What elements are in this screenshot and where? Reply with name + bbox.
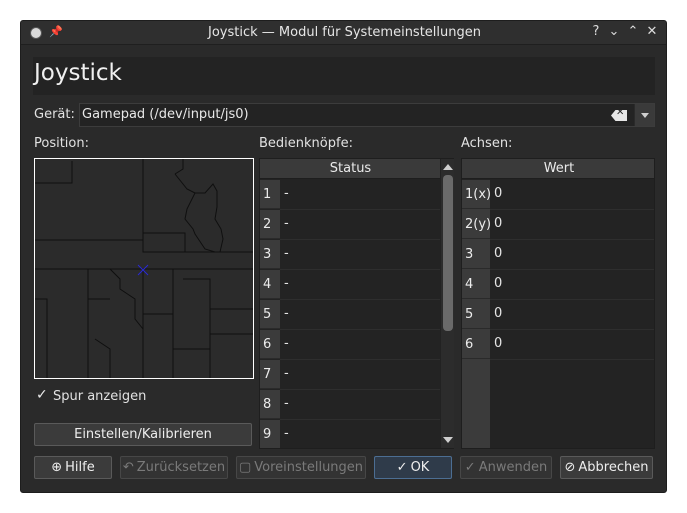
row-number: 5: [260, 300, 280, 329]
buttons-scrollbar[interactable]: [440, 159, 454, 448]
axis-number: 3: [462, 240, 490, 269]
table-row[interactable]: 30: [462, 240, 654, 270]
button-status: -: [280, 390, 441, 420]
undo-icon: ↶: [122, 460, 134, 475]
calibrate-button[interactable]: Einstellen/Kalibrieren: [34, 423, 252, 446]
device-select[interactable]: Gamepad (/dev/input/js0) ✕: [79, 103, 655, 127]
defaults-button[interactable]: ▢ Voreinstellungen: [236, 456, 366, 479]
table-row[interactable]: 3-: [260, 240, 441, 270]
checkmark-icon: ✓: [36, 387, 48, 403]
row-number: 2: [260, 210, 280, 239]
defaults-button-label: Voreinstellungen: [254, 460, 364, 475]
buttons-label: Bedienknöpfe:: [259, 136, 353, 151]
button-status: -: [280, 210, 441, 240]
table-row[interactable]: 50: [462, 300, 654, 330]
dropdown-button[interactable]: [634, 104, 654, 126]
table-row[interactable]: 6-: [260, 330, 441, 360]
scrollbar-thumb[interactable]: [443, 175, 453, 331]
apply-button[interactable]: ✓ Anwenden: [460, 456, 552, 479]
check-icon: ✓: [464, 460, 476, 475]
reset-button-label: Zurücksetzen: [136, 460, 226, 475]
row-number: 3: [260, 240, 280, 269]
table-row[interactable]: 4-: [260, 270, 441, 300]
reset-button[interactable]: ↶ Zurücksetzen: [120, 456, 228, 479]
table-row[interactable]: 40: [462, 270, 654, 300]
button-status: -: [280, 330, 441, 360]
ok-button-label: OK: [410, 460, 430, 475]
close-button[interactable]: ✕: [644, 24, 660, 39]
row-number: 7: [260, 360, 280, 389]
table-row[interactable]: 1-: [260, 180, 441, 210]
page-title: Joystick: [33, 57, 655, 95]
chevron-down-icon: [641, 113, 649, 118]
settings-window: 📌 Joystick — Modul für Systemeinstellung…: [20, 20, 667, 493]
button-status: -: [280, 270, 441, 300]
cancel-button-label: Abbrechen: [578, 460, 649, 475]
axis-value: 0: [490, 210, 654, 240]
help-button-label: Hilfe: [65, 460, 95, 475]
device-label: Gerät:: [34, 107, 75, 122]
ok-button[interactable]: ✓ OK: [374, 456, 452, 479]
buttons-table: Status 1- 2- 3- 4- 5- 6- 7- 8- 9-: [259, 158, 454, 449]
row-number: 9: [260, 420, 280, 448]
window-title: Joystick — Modul für Systemeinstellungen: [208, 25, 481, 40]
axis-value: 0: [490, 240, 654, 270]
button-status: -: [280, 180, 441, 210]
position-label: Position:: [34, 136, 89, 151]
help-button[interactable]: ⊕ Hilfe: [34, 456, 112, 479]
axis-value: 0: [490, 180, 654, 210]
axis-value: 0: [490, 300, 654, 330]
status-column-header[interactable]: Status: [260, 159, 441, 179]
document-icon: ▢: [238, 460, 252, 475]
axes-table: Wert 1(x) 0 2(y) 0 30 40 50 60: [461, 158, 655, 449]
title-bar: 📌 Joystick — Modul für Systemeinstellung…: [21, 21, 666, 45]
show-trace-label[interactable]: Spur anzeigen: [53, 389, 146, 404]
button-status: -: [280, 240, 441, 270]
axis-number: 6: [462, 330, 490, 359]
clear-icon[interactable]: ✕: [611, 110, 627, 121]
maximize-button[interactable]: ⌃: [625, 24, 641, 39]
button-status: -: [280, 360, 441, 390]
cancel-button[interactable]: ⊘ Abbrechen: [560, 456, 653, 479]
button-status: -: [280, 420, 441, 448]
table-row[interactable]: 1(x) 0: [462, 180, 654, 210]
table-row[interactable]: 2(y) 0: [462, 210, 654, 240]
axis-number: 1(x): [462, 180, 491, 209]
table-row[interactable]: 2-: [260, 210, 441, 240]
cancel-icon: ⊘: [564, 460, 576, 475]
axis-value: 0: [490, 270, 654, 300]
axis-number: 4: [462, 270, 490, 299]
show-trace-checkbox[interactable]: ✓: [36, 387, 50, 404]
device-value: Gamepad (/dev/input/js0): [82, 107, 249, 122]
scroll-up-icon[interactable]: [443, 164, 453, 170]
value-column-header[interactable]: Wert: [462, 159, 654, 179]
row-number: 4: [260, 270, 280, 299]
row-number: 8: [260, 390, 280, 419]
minimize-button[interactable]: ⌄: [606, 24, 622, 39]
axis-number: 5: [462, 300, 490, 329]
lifebuoy-icon: ⊕: [51, 460, 63, 475]
table-row[interactable]: 60: [462, 330, 654, 360]
axis-value: 0: [490, 330, 654, 360]
check-icon: ✓: [396, 460, 408, 475]
table-row[interactable]: 9-: [260, 420, 441, 448]
button-status: -: [280, 300, 441, 330]
table-row[interactable]: 8-: [260, 390, 441, 420]
position-area: [34, 158, 254, 379]
axes-label: Achsen:: [461, 136, 513, 151]
row-number: 6: [260, 330, 280, 359]
row-number: 1: [260, 180, 280, 209]
apply-button-label: Anwenden: [478, 460, 548, 475]
axis-number: 2(y): [462, 210, 491, 239]
help-title-button[interactable]: ?: [588, 24, 604, 39]
table-row[interactable]: 5-: [260, 300, 441, 330]
scroll-down-icon[interactable]: [443, 437, 453, 443]
table-row[interactable]: 7-: [260, 360, 441, 390]
